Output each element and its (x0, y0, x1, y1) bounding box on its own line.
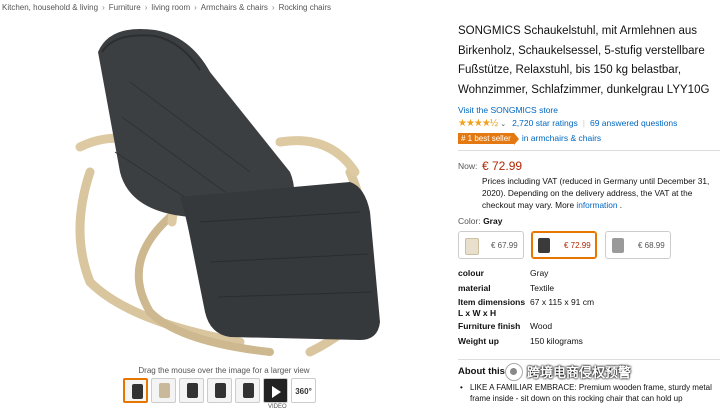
detail-value: 67 x 115 x 91 cm (530, 297, 595, 307)
ratings-count-link[interactable]: 2,720 star ratings (512, 118, 578, 128)
rotate-360-thumbnail[interactable]: 360° (291, 378, 316, 403)
color-option-price: € 72.99 (564, 241, 591, 250)
thumbnail-image (132, 384, 143, 399)
table-row: colour Gray (458, 268, 594, 283)
breadcrumb-item[interactable]: Kitchen, household & living (2, 3, 98, 12)
detail-key: Weight up (458, 335, 499, 346)
detail-value: Textile (530, 282, 555, 293)
detail-value: 150 kilograms (530, 335, 583, 346)
thumbnail-strip: 360° (123, 378, 316, 403)
breadcrumb-separator: › (102, 3, 105, 12)
price-label: Now: (458, 161, 478, 171)
divider (458, 359, 720, 360)
video-label: VIDEO (268, 404, 287, 410)
vat-note: Prices including VAT (reduced in Germany… (482, 175, 717, 211)
table-row: Weight up 150 kilograms (458, 336, 594, 351)
color-label: Color: (458, 216, 481, 226)
rating-row: ★★★★½ ⌄ 2,720 star ratings | 69 answered que… (458, 118, 677, 129)
feature-bullet: LIKE A FAMILIAR EMBRACE: Premium wooden … (470, 383, 712, 403)
answered-questions-link[interactable]: 69 answered questions (590, 118, 677, 128)
detail-key: Furniture finish (458, 321, 521, 331)
video-thumbnail[interactable] (263, 378, 288, 403)
watermark-logo-icon (505, 362, 523, 381)
table-row: Item dimensions L x W x H 67 x 115 x 91 c… (458, 297, 594, 321)
best-seller-category-link[interactable]: in armchairs & chairs (522, 133, 601, 143)
chair-thumbnail-icon (465, 238, 479, 255)
chair-thumbnail-icon (538, 238, 550, 253)
chevron-down-icon[interactable]: ⌄ (500, 121, 506, 128)
best-seller-badge: # 1 best seller (458, 133, 519, 145)
detail-key: material (458, 282, 491, 293)
price-value: € 72.99 (482, 159, 523, 173)
thumbnail[interactable] (179, 378, 204, 403)
breadcrumb: Kitchen, household & living › Furniture › li… (2, 3, 331, 12)
detail-value: Gray (530, 268, 549, 278)
color-option-price: € 68.99 (638, 241, 665, 250)
color-selector-label: Color: Gray (458, 216, 502, 226)
breadcrumb-separator: › (271, 3, 275, 12)
thumbnail[interactable] (123, 378, 148, 403)
breadcrumb-item[interactable]: Furniture (109, 3, 141, 12)
table-row: material Textile (458, 283, 594, 298)
breadcrumb-item[interactable]: Rocking chairs (279, 3, 331, 12)
thumbnail-image (187, 383, 198, 398)
breadcrumb-separator: › (144, 3, 148, 12)
best-seller-row: # 1 best seller in armchairs & chairs (458, 133, 601, 145)
selected-color: Gray (483, 216, 503, 226)
divider (458, 150, 720, 151)
watermark-text: 跨境电商侵权预警 (527, 365, 632, 380)
detail-key: Item dimensions L x W x H (458, 297, 526, 318)
breadcrumb-item[interactable]: Armchairs & chairs (201, 3, 268, 12)
watermark: 跨境电商侵权预警 (505, 362, 631, 381)
thumbnail-image (215, 383, 226, 398)
color-option[interactable]: € 67.99 (458, 231, 524, 259)
divider: | (582, 118, 585, 128)
vat-info-link[interactable]: information (576, 200, 617, 210)
store-link[interactable]: Visit the SONGMICS store (458, 105, 558, 115)
breadcrumb-item[interactable]: living room (151, 3, 190, 12)
color-option[interactable]: € 68.99 (605, 231, 671, 259)
breadcrumb-separator: › (194, 3, 197, 12)
bullet-icon: • (460, 383, 463, 392)
detail-key: colour (458, 268, 484, 278)
thumbnail[interactable] (235, 378, 260, 403)
thumbnail[interactable] (151, 378, 176, 403)
thumbnail[interactable] (207, 378, 232, 403)
image-zoom-hint: Drag the mouse over the image for a larg… (138, 366, 310, 375)
chair-thumbnail-icon (612, 238, 624, 253)
color-option-selected[interactable]: € 72.99 (531, 231, 597, 259)
play-icon (272, 386, 281, 398)
product-main-image[interactable] (60, 22, 380, 362)
thumbnail-image (243, 383, 254, 398)
detail-value: Wood (530, 321, 553, 331)
thumbnail-image (159, 383, 170, 398)
table-row: Furniture finish Wood (458, 321, 594, 336)
vat-tail: . (619, 200, 623, 210)
color-option-price: € 67.99 (491, 241, 518, 250)
star-rating-icon[interactable]: ★★★★½ (458, 118, 498, 129)
product-details-table: colour Gray material Textile Item dimensio… (458, 268, 594, 350)
product-title: SONGMICS Schaukelstuhl, mit Armlehnen au… (458, 25, 710, 96)
